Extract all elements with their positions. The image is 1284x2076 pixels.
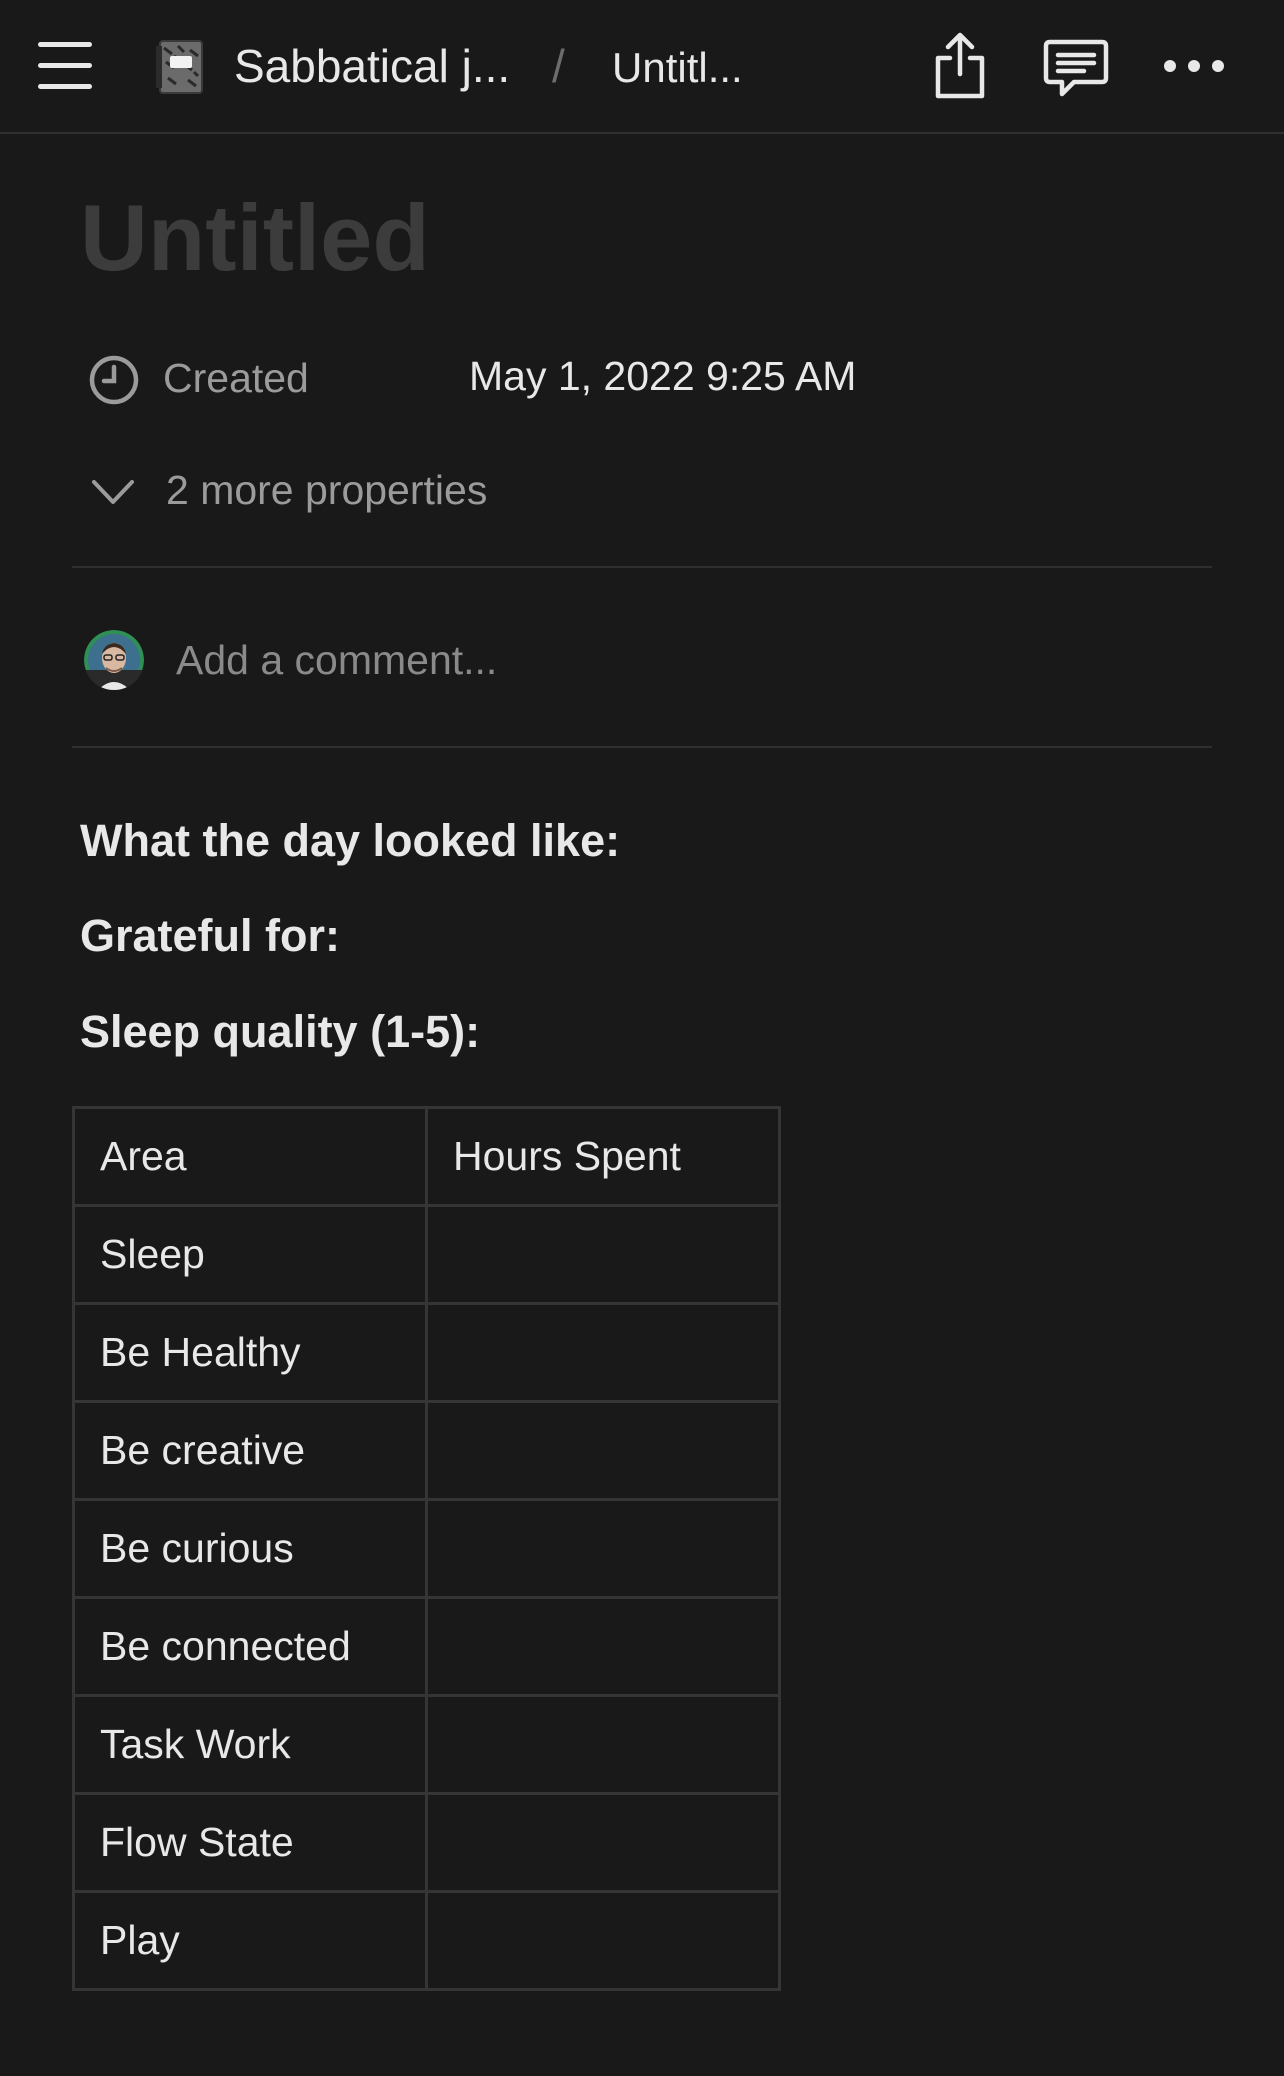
table-cell-area[interactable]: Be Healthy [72, 1302, 428, 1403]
table-header-cell[interactable]: Hours Spent [425, 1106, 781, 1207]
divider [72, 746, 1212, 748]
heading-day[interactable]: What the day looked like: [80, 811, 620, 871]
table-cell-area[interactable]: Task Work [72, 1694, 428, 1795]
table-row: Be creative [72, 1400, 781, 1501]
table-row: Play [72, 1890, 781, 1991]
table-cell-hours[interactable] [425, 1204, 781, 1305]
chevron-down-icon [90, 474, 136, 510]
table-row: Task Work [72, 1694, 781, 1795]
table-cell-hours[interactable] [425, 1400, 781, 1501]
hamburger-menu-icon[interactable] [28, 36, 98, 96]
divider [72, 566, 1212, 568]
page-title[interactable]: Untitled [80, 180, 430, 296]
property-created[interactable]: Created May 1, 2022 9:25 AM [84, 344, 1204, 410]
table-cell-area[interactable]: Be connected [72, 1596, 428, 1697]
breadcrumb-separator: / [552, 40, 565, 92]
more-properties-label: 2 more properties [166, 467, 488, 513]
share-icon[interactable] [922, 28, 998, 104]
table-header-row: Area Hours Spent [72, 1106, 781, 1207]
table-row: Flow State [72, 1792, 781, 1893]
property-name: Created [163, 355, 309, 401]
table-cell-hours[interactable] [425, 1694, 781, 1795]
heading-sleep-quality[interactable]: Sleep quality (1-5): [80, 1002, 480, 1062]
table-row: Be Healthy [72, 1302, 781, 1403]
table-cell-area[interactable]: Sleep [72, 1204, 428, 1305]
clock-icon [88, 354, 140, 406]
more-properties-toggle[interactable]: 2 more properties [84, 460, 684, 520]
property-value: May 1, 2022 9:25 AM [469, 353, 857, 399]
table-cell-hours[interactable] [425, 1302, 781, 1403]
table-row: Be curious [72, 1498, 781, 1599]
table-cell-area[interactable]: Be creative [72, 1400, 428, 1501]
table-cell-area[interactable]: Play [72, 1890, 428, 1991]
top-bar: Sabbatical j... / Untitl... [0, 0, 1284, 134]
table-cell-hours[interactable] [425, 1792, 781, 1893]
table-cell-area[interactable]: Be curious [72, 1498, 428, 1599]
notebook-icon [154, 38, 206, 96]
table-row: Be connected [72, 1596, 781, 1697]
more-horizontal-icon[interactable] [1156, 28, 1232, 104]
table-header-cell[interactable]: Area [72, 1106, 428, 1207]
heading-grateful[interactable]: Grateful for: [80, 906, 340, 966]
table-cell-hours[interactable] [425, 1498, 781, 1599]
table-cell-area[interactable]: Flow State [72, 1792, 428, 1893]
comment-placeholder: Add a comment... [176, 637, 498, 683]
comment-input[interactable]: Add a comment... [84, 630, 1204, 692]
avatar [84, 630, 144, 690]
breadcrumb-root[interactable]: Sabbatical j... [234, 36, 510, 96]
table-cell-hours[interactable] [425, 1596, 781, 1697]
hours-table: Area Hours Spent Sleep Be Healthy Be cre… [72, 1106, 781, 1991]
table-cell-hours[interactable] [425, 1890, 781, 1991]
breadcrumb-current[interactable]: Untitl... [612, 38, 743, 98]
comment-icon[interactable] [1038, 28, 1114, 104]
table-row: Sleep [72, 1204, 781, 1305]
